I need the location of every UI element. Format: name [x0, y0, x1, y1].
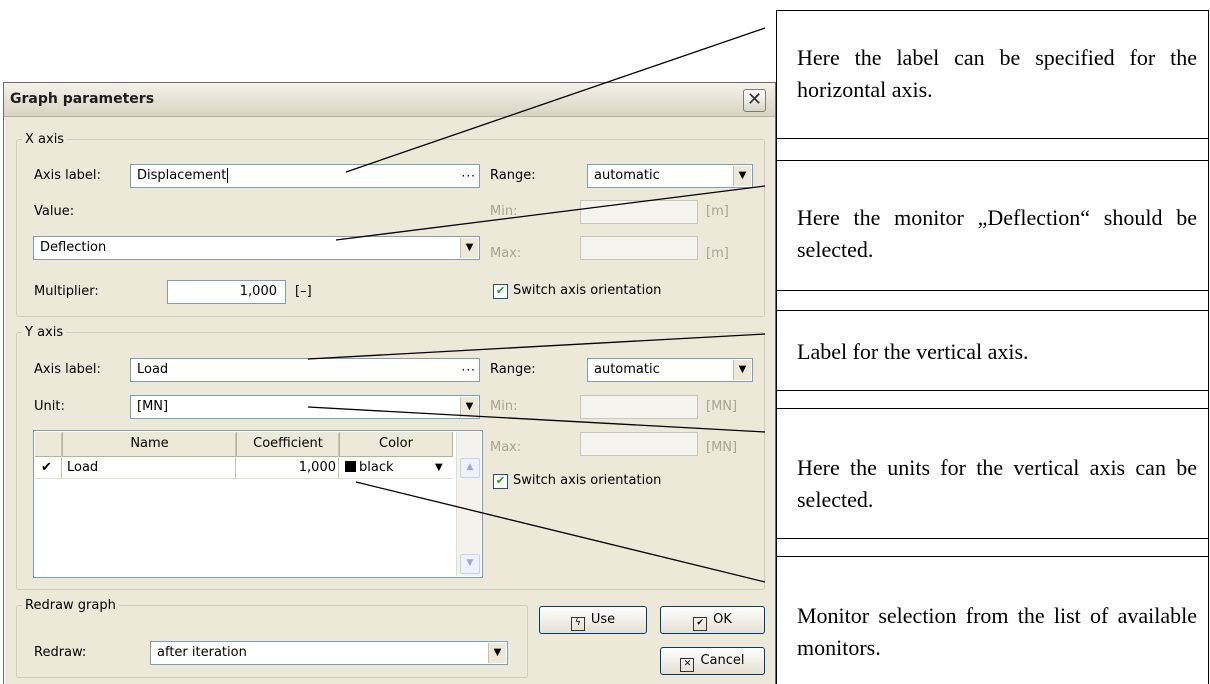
y-axis-label-input[interactable]: Load ···: [130, 358, 480, 382]
table-header-color[interactable]: Color: [340, 432, 453, 457]
callout-divider: [776, 538, 1209, 539]
check-icon: ✔: [693, 617, 708, 631]
redraw-group: Redraw graph: [16, 598, 528, 678]
y-axis-label-caption: Axis label:: [34, 362, 101, 377]
x-max-caption: Max:: [490, 246, 522, 261]
x-max-input[interactable]: [580, 236, 698, 260]
chevron-down-icon[interactable]: ▼: [460, 238, 478, 258]
chevron-down-icon[interactable]: ▼: [435, 458, 443, 478]
x-value-select[interactable]: Deflection ▼: [33, 236, 480, 260]
x-range-caption: Range:: [490, 168, 536, 183]
callout-divider: [776, 10, 1209, 11]
ok-button-label: OK: [713, 612, 732, 627]
y-axis-group-label: Y axis: [25, 325, 64, 340]
callout-vertical-label: Label for the vertical axis.: [777, 336, 1207, 368]
redraw-caption: Redraw:: [34, 645, 87, 660]
y-range-value: automatic: [594, 362, 660, 377]
y-max-input[interactable]: [580, 432, 698, 456]
callout-divider: [776, 556, 1209, 557]
callout-border-right: [1208, 10, 1209, 684]
callout-vertical-units: Here the units for the vertical axis can…: [777, 452, 1207, 516]
scroll-down-icon[interactable]: ▼: [460, 554, 480, 574]
multiplier-unit: [–]: [295, 284, 312, 299]
unit-select[interactable]: [MN] ▼: [130, 395, 480, 419]
x-range-select[interactable]: automatic ▼: [587, 164, 753, 188]
row-color[interactable]: black: [345, 458, 394, 478]
y-axis-label-browse-icon[interactable]: ···: [462, 359, 476, 381]
callout-divider: [776, 290, 1209, 291]
x-min-unit: [m]: [706, 204, 729, 219]
x-switch-orientation-checkbox[interactable]: ✔: [493, 284, 508, 299]
row-coefficient[interactable]: 1,000: [237, 458, 336, 478]
unit-value: [MN]: [137, 399, 169, 414]
x-axis-label-browse-icon[interactable]: ···: [462, 165, 476, 187]
y-range-caption: Range:: [490, 362, 536, 377]
table-scrollbar[interactable]: ▲ ▼: [456, 432, 481, 576]
chevron-down-icon[interactable]: ▼: [488, 643, 506, 663]
table-header-name[interactable]: Name: [63, 432, 237, 457]
y-range-select[interactable]: automatic ▼: [587, 358, 753, 382]
unit-caption: Unit:: [34, 399, 65, 414]
redraw-group-label: Redraw graph: [25, 598, 116, 613]
x-min-input[interactable]: [580, 200, 698, 224]
x-switch-orientation-label: Switch axis orientation: [513, 283, 662, 298]
y-min-caption: Min:: [490, 399, 518, 414]
callout-divider: [776, 138, 1209, 139]
chevron-down-icon[interactable]: ▼: [733, 360, 751, 380]
table-header-coefficient[interactable]: Coefficient: [237, 432, 340, 457]
callout-divider: [776, 310, 1209, 311]
x-value-caption: Value:: [34, 204, 75, 219]
color-swatch: [345, 461, 356, 472]
callout-monitor-selection: Monitor selection from the list of avail…: [777, 600, 1207, 664]
row-check-icon[interactable]: ✔: [41, 458, 52, 478]
y-max-unit: [MN]: [706, 440, 738, 455]
scroll-up-icon[interactable]: ▲: [460, 458, 480, 478]
column-divider: [235, 433, 236, 479]
column-divider: [61, 433, 62, 479]
chevron-down-icon[interactable]: ▼: [460, 397, 478, 417]
callout-deflection-monitor: Here the monitor „Deflection“ should be …: [777, 202, 1207, 266]
y-switch-orientation-label: Switch axis orientation: [513, 473, 662, 488]
use-button-label: Use: [590, 612, 616, 627]
dialog-title: Graph parameters: [10, 91, 155, 107]
row-color-name: black: [359, 460, 394, 475]
multiplier-input[interactable]: 1,000: [167, 280, 286, 304]
x-axis-label-value: Displacement: [137, 168, 227, 183]
table-row[interactable]: ✔ Load 1,000 black ▼: [35, 458, 453, 479]
table-header-check: [35, 432, 63, 457]
column-divider: [338, 433, 339, 479]
chevron-down-icon[interactable]: ▼: [733, 166, 751, 186]
row-name: Load: [67, 460, 99, 475]
callout-divider: [776, 160, 1209, 161]
ok-button[interactable]: ✔ OK: [660, 606, 765, 634]
x-axis-label-caption: Axis label:: [34, 168, 101, 183]
multiplier-caption: Multiplier:: [34, 284, 99, 299]
redraw-select[interactable]: after iteration ▼: [150, 641, 508, 665]
monitor-table-header: Name Coefficient Color: [35, 432, 453, 457]
close-icon: ✕: [680, 658, 695, 672]
callout-divider: [776, 390, 1209, 391]
y-max-caption: Max:: [490, 440, 522, 455]
x-min-caption: Min:: [490, 204, 518, 219]
x-axis-label-input[interactable]: Displacement ···: [130, 164, 480, 188]
y-axis-label-value: Load: [137, 362, 169, 377]
redraw-value: after iteration: [157, 645, 247, 660]
close-button[interactable]: ✕: [743, 89, 766, 112]
x-axis-group-label: X axis: [25, 132, 65, 147]
callout-horizontal-label: Here the label can be specified for the …: [777, 42, 1207, 106]
cancel-button-label: Cancel: [700, 653, 745, 668]
y-min-unit: [MN]: [706, 399, 738, 414]
use-button[interactable]: ϟ Use: [539, 606, 647, 634]
y-min-input[interactable]: [580, 395, 698, 419]
lightning-icon: ϟ: [570, 617, 585, 631]
x-range-value: automatic: [594, 168, 660, 183]
x-value-selected: Deflection: [40, 240, 107, 255]
callout-divider: [776, 408, 1209, 409]
x-max-unit: [m]: [706, 246, 729, 261]
y-switch-orientation-checkbox[interactable]: ✔: [493, 474, 508, 489]
cancel-button[interactable]: ✕ Cancel: [660, 647, 765, 675]
